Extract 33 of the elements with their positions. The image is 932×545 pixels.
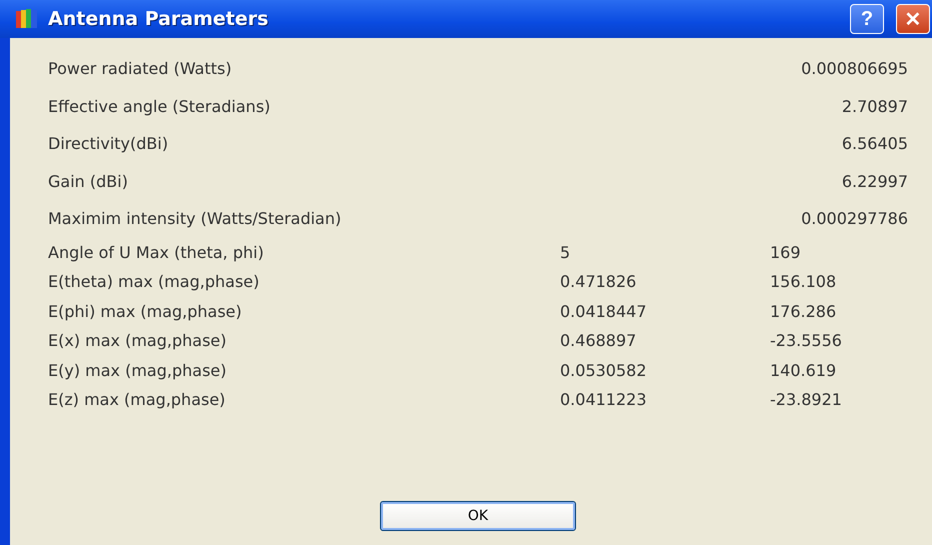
parameter-value: 169 [770,242,801,262]
parameter-value: 0.0530582 [560,360,647,380]
parameter-label: E(y) max (mag,phase) [48,360,228,380]
parameter-value: 0.000297786 [801,209,908,228]
parameter-label: E(x) max (mag,phase) [48,331,228,350]
parameter-value: 156.108 [770,272,836,292]
close-button[interactable]: ✕ [896,4,930,34]
parameter-label: E(z) max (mag,phase) [48,390,226,410]
parameter-label: Gain (dBi) [48,172,129,191]
parameter-value: 0.471826 [560,272,636,292]
parameter-label: Maximim intensity (Watts/Steradian) [48,209,342,228]
parameter-value: 0.468897 [560,331,636,350]
parameter-label: Effective angle (Steradians) [48,96,272,116]
parameter-label: E(phi) max (mag,phase) [48,302,243,321]
parameter-value: 0.0411223 [560,390,647,410]
parameter-label: Angle of U Max (theta, phi) [48,242,265,262]
parameter-value: 6.56405 [842,134,908,154]
help-button[interactable]: ? [850,4,884,34]
ok-button[interactable]: OK [380,501,576,531]
window-title: Antenna Parameters [48,8,268,30]
app-icon [16,9,38,29]
parameter-value: -23.5556 [770,331,842,350]
parameter-value: -23.8921 [770,390,842,410]
parameter-label: E(theta) max (mag,phase) [48,272,260,292]
parameter-value: 2.70897 [842,96,908,116]
parameter-value: 176.286 [770,302,836,321]
parameter-label: Directivity(dBi) [48,134,170,154]
parameter-value: 140.619 [770,360,836,380]
parameter-value: 0.0418447 [560,302,647,321]
parameter-label: Power radiated (Watts) [48,59,233,78]
parameter-value: 0.000806695 [801,59,908,78]
parameter-value: 5 [560,242,570,262]
parameter-value: 6.22997 [842,172,908,191]
